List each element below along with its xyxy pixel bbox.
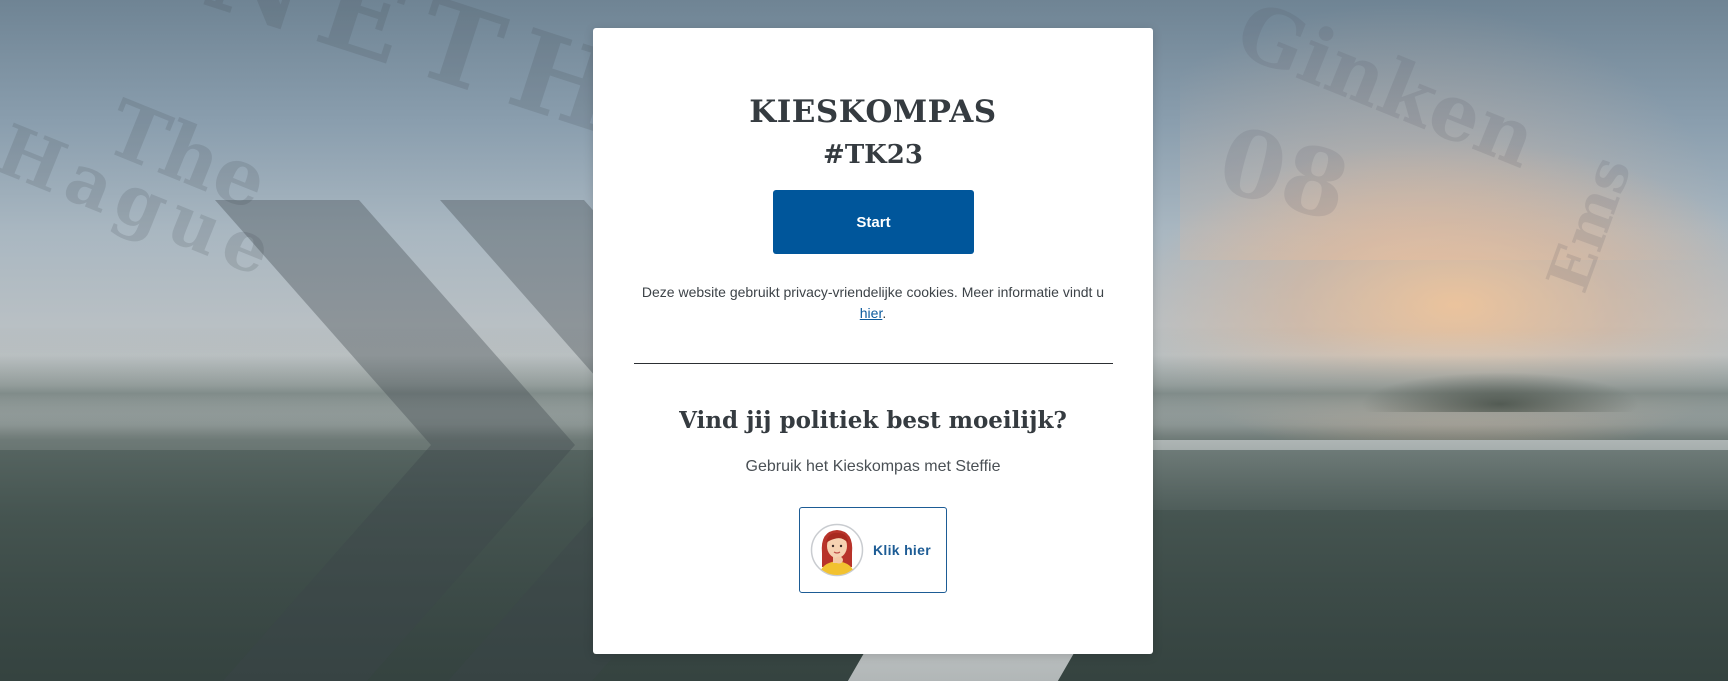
steffie-button-label: Klik hier xyxy=(873,542,931,558)
steffie-avatar-icon xyxy=(810,523,864,577)
cookie-notice: Deze website gebruikt privacy-vriendelij… xyxy=(633,282,1113,324)
steffie-heading: Vind jij politiek best moeilijk? xyxy=(679,407,1067,434)
start-button[interactable]: Start xyxy=(773,190,974,254)
cookie-notice-text: Deze website gebruikt privacy-vriendelij… xyxy=(641,284,1105,300)
intro-card: KIESKOMPAS #TK23 Start Deze website gebr… xyxy=(593,28,1153,654)
page-subtitle: #TK23 xyxy=(823,140,923,170)
cookie-info-link[interactable]: hier xyxy=(860,305,883,321)
page-title: KIESKOMPAS xyxy=(749,94,997,130)
divider xyxy=(634,363,1113,364)
steffie-subtext: Gebruik het Kieskompas met Steffie xyxy=(745,458,1001,475)
cookie-notice-suffix: . xyxy=(882,305,887,321)
steffie-button[interactable]: Klik hier xyxy=(799,507,947,593)
